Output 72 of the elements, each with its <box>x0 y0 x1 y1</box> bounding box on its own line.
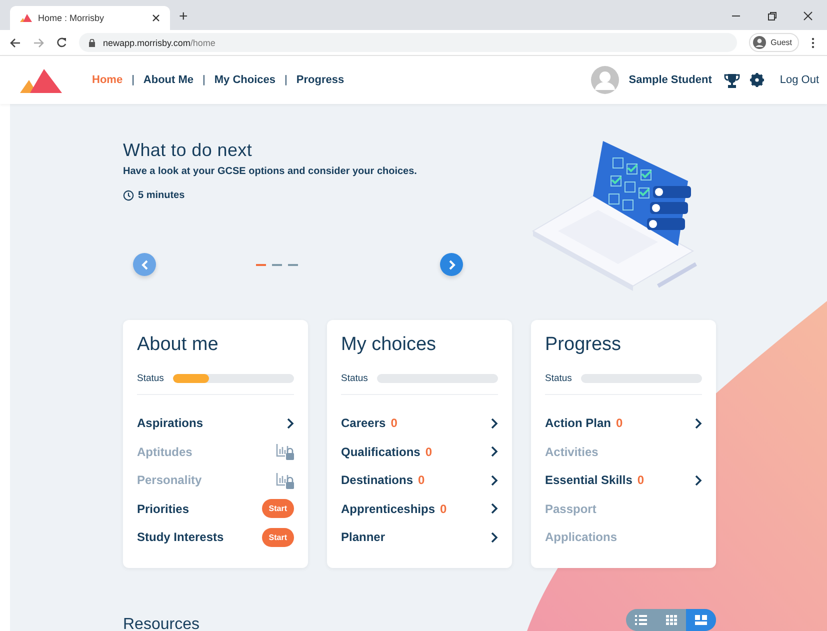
card-item-link: Aptitudes <box>137 444 192 459</box>
card-item-link[interactable]: Qualifications 0 <box>341 444 432 459</box>
menu-icon[interactable] <box>811 36 815 48</box>
card-item-link[interactable]: Study Interests <box>137 530 224 544</box>
close-icon[interactable] <box>803 11 813 21</box>
clock-icon <box>123 190 134 201</box>
locked-chart-icon <box>276 472 294 489</box>
nav-separator: | <box>284 74 288 86</box>
chevron-right-icon[interactable] <box>491 503 498 514</box>
logo-icon <box>20 14 32 22</box>
browser-tab[interactable]: Home : Morrisby <box>10 6 170 30</box>
tiles-icon <box>695 615 707 625</box>
new-tab-button[interactable]: + <box>179 8 188 25</box>
logout-link[interactable]: Log Out <box>780 74 819 86</box>
slide-indicator[interactable] <box>288 264 298 266</box>
card-title: About me <box>137 334 220 356</box>
hero-title: What to do next <box>123 140 254 161</box>
card-item-link[interactable]: Essential Skills 0 <box>545 473 644 488</box>
card-item-link[interactable]: Action Plan 0 <box>545 416 623 430</box>
user-name[interactable]: Sample Student <box>628 74 712 86</box>
reload-icon[interactable] <box>56 37 67 48</box>
nav-separator: | <box>132 74 134 86</box>
card-item-link: Applications <box>545 530 618 544</box>
settings-icon[interactable] <box>750 73 764 87</box>
grid-icon <box>666 615 676 625</box>
person-icon <box>752 36 766 49</box>
nav-link[interactable]: My Choices <box>214 74 276 86</box>
chevron-right-icon[interactable] <box>491 418 498 429</box>
tiles-view-button[interactable] <box>686 609 716 631</box>
slide-indicator[interactable] <box>272 264 282 266</box>
previous-button[interactable] <box>133 253 156 276</box>
card-item-link[interactable]: Apprenticeships 0 <box>341 502 447 516</box>
status-label: Status <box>341 373 368 384</box>
section-title: Resources <box>123 616 200 631</box>
trophy-icon[interactable] <box>724 72 740 88</box>
chevron-right-icon[interactable] <box>695 418 702 429</box>
card-item-link[interactable]: Planner <box>341 530 386 544</box>
list-icon <box>635 615 647 625</box>
hero-subtitle: Have a look at your GCSE options and consider your choices. <box>123 166 418 177</box>
slide-indicator[interactable] <box>256 264 266 266</box>
locked-chart-icon <box>276 443 294 460</box>
chevron-right-icon[interactable] <box>695 474 702 486</box>
back-arrow-icon[interactable] <box>10 38 21 48</box>
card-title: Progress <box>545 334 622 356</box>
card-item-link: Personality <box>137 473 202 488</box>
card-item-link[interactable]: Careers 0 <box>341 416 398 430</box>
card-item-link: Passport <box>545 502 596 516</box>
tab-title: Home : Morrisby <box>38 13 106 23</box>
next-button[interactable] <box>440 253 463 276</box>
chevron-right-icon[interactable] <box>491 446 498 458</box>
logo-icon[interactable] <box>20 67 62 93</box>
chevron-right-icon[interactable] <box>287 418 294 429</box>
chevron-right-icon <box>448 260 456 270</box>
close-icon[interactable] <box>152 14 160 22</box>
status-label: Status <box>137 373 164 384</box>
address-field[interactable]: newapp.morrisby.com/home <box>79 33 737 52</box>
status-label: Status <box>545 373 572 384</box>
nav-link[interactable]: About Me <box>143 74 194 86</box>
profile-button[interactable]: Guest <box>748 33 799 52</box>
restore-icon[interactable] <box>767 11 777 21</box>
chevron-right-icon[interactable] <box>491 532 498 543</box>
card-title: My choices <box>341 334 438 356</box>
duration-text: 5 minutes <box>138 190 185 201</box>
card-item-link: Activities <box>545 444 598 459</box>
lock-icon <box>89 38 95 46</box>
nav-link[interactable]: Progress <box>296 74 344 86</box>
chevron-left-icon <box>140 260 148 270</box>
chevron-right-icon[interactable] <box>491 474 498 486</box>
card-item-link[interactable]: Aspirations <box>137 416 204 430</box>
card-item-link[interactable]: Priorities <box>137 502 190 516</box>
nav-separator: | <box>202 74 206 86</box>
card-item-link[interactable]: Destinations 0 <box>341 473 425 488</box>
